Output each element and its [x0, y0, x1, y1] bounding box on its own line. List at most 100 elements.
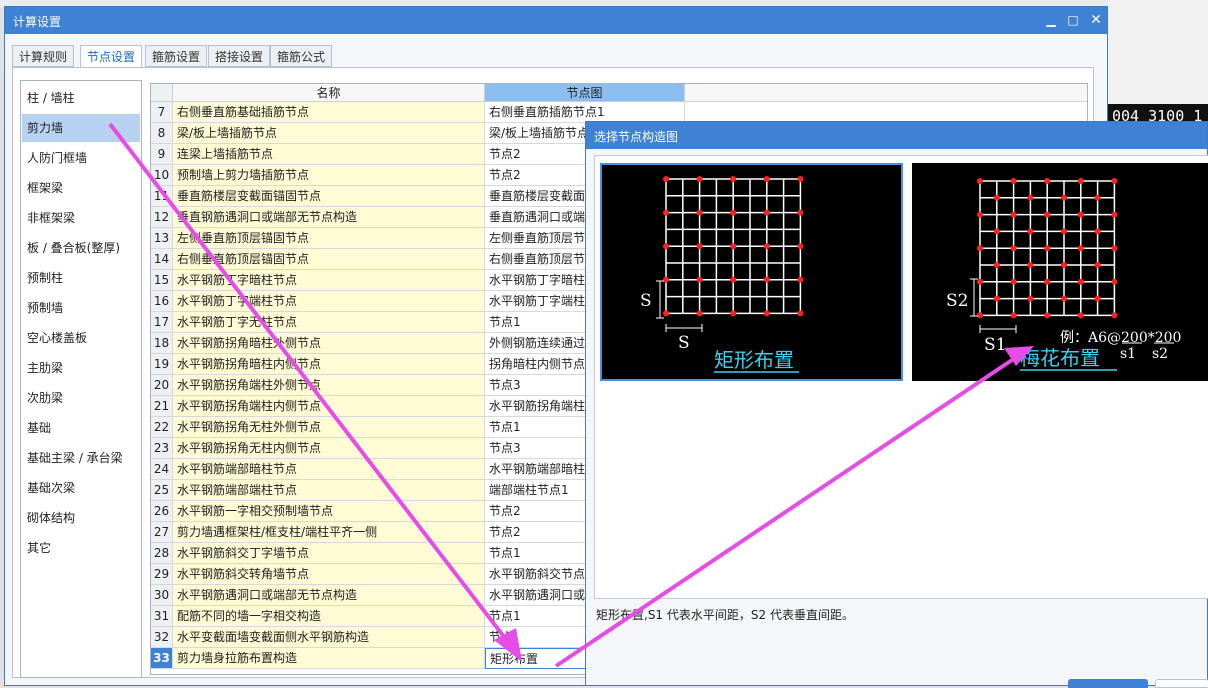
rebar-tie-dot	[1111, 278, 1118, 285]
option-rectangular-layout[interactable]: S S 矩形布置	[600, 163, 903, 381]
cancel-button[interactable]	[1155, 679, 1208, 688]
stag-caption: 梅花布置	[1020, 346, 1100, 370]
confirm-button[interactable]	[1068, 679, 1148, 688]
node-description: 矩形布置,S1 代表水平间距，S2 代表垂直间距。	[596, 608, 854, 622]
row-number: 8	[151, 123, 173, 144]
category-item[interactable]: 基础主梁 / 承台梁	[22, 444, 140, 472]
rebar-tie-dot	[1010, 211, 1017, 218]
rebar-tie-dot	[977, 245, 983, 252]
column-header-node[interactable]: 节点图	[485, 84, 685, 102]
tab-2[interactable]: 节点设置	[80, 45, 143, 68]
rebar-tie-dot	[1044, 278, 1051, 285]
rect-dimension-lines	[656, 280, 703, 332]
row-number: 30	[151, 585, 173, 606]
row-name: 水平钢筋拐角端柱外侧节点	[173, 375, 485, 396]
category-item[interactable]: 次肋梁	[22, 384, 140, 412]
row-name: 左侧垂直筋顶层锚固节点	[173, 228, 485, 249]
rebar-tie-dot	[663, 209, 669, 216]
column-header-name[interactable]: 名称	[173, 84, 485, 102]
category-item[interactable]: 非框架梁	[22, 204, 140, 232]
rebar-tie-dot	[977, 211, 983, 218]
rebar-tie-dot	[663, 276, 669, 283]
option-staggered-layout[interactable]: S2 S1 例：A6@200*200 s1 s2 梅花布置	[912, 163, 1208, 381]
stag-dim-horizontal-label: S1	[984, 335, 1006, 355]
select-node-dialog: 选择节点构造图 S S 矩形布置 S2 S1 例：A6@200*200 s1 s…	[585, 121, 1208, 688]
row-name: 配筋不同的墙一字相交构造	[173, 606, 485, 627]
row-number: 16	[151, 291, 173, 312]
stag-example-text: 例：A6@200*200	[1060, 330, 1181, 346]
row-number: 31	[151, 606, 173, 627]
row-number: 18	[151, 333, 173, 354]
category-item[interactable]: 板 / 叠合板(整厚)	[22, 234, 140, 262]
row-number: 19	[151, 354, 173, 375]
rebar-tie-dot	[1077, 211, 1084, 218]
rebar-tie-dot	[797, 209, 804, 216]
category-item[interactable]: 主肋梁	[22, 354, 140, 382]
row-name: 剪力墙遇框架柱/框支柱/端柱平齐一侧	[173, 522, 485, 543]
rebar-tie-dot	[1094, 194, 1101, 201]
row-number-header	[151, 84, 173, 102]
row-number: 26	[151, 501, 173, 522]
rebar-tie-dot	[1077, 278, 1084, 285]
row-number: 13	[151, 228, 173, 249]
rebar-tie-dot	[1077, 245, 1084, 252]
rebar-tie-dot	[763, 276, 770, 283]
rebar-tie-dot	[696, 243, 703, 250]
row-name: 水平钢筋斜交丁字墙节点	[173, 543, 485, 564]
row-name: 垂直钢筋遇洞口或端部无节点构造	[173, 207, 485, 228]
category-item[interactable]: 剪力墙	[22, 114, 140, 142]
rebar-tie-dot	[730, 243, 737, 250]
row-number: 15	[151, 270, 173, 291]
rebar-tie-dot	[797, 176, 804, 182]
maximize-button[interactable]: □	[1063, 11, 1083, 29]
tab-4[interactable]: 搭接设置	[208, 45, 271, 67]
category-item[interactable]: 预制柱	[22, 264, 140, 292]
category-item[interactable]: 其它	[22, 534, 140, 562]
minimize-button[interactable]: ▁	[1041, 11, 1061, 29]
category-item[interactable]: 基础	[22, 414, 140, 442]
rebar-tie-dot	[1061, 262, 1067, 268]
rebar-tie-dot	[1044, 211, 1051, 218]
row-number: 29	[151, 564, 173, 585]
table-row[interactable]: 7 右侧垂直筋基础插筋节点 右侧垂直筋插筋节点1	[151, 102, 1087, 123]
row-name: 水平钢筋遇洞口或端部无节点构造	[173, 585, 485, 606]
tab-5[interactable]: 箍筋公式	[270, 45, 333, 67]
row-number: 10	[151, 165, 173, 186]
row-number: 14	[151, 249, 173, 270]
rect-caption: 矩形布置	[714, 348, 794, 372]
category-item[interactable]: 空心楼盖板	[22, 324, 140, 352]
stag-dim-vertical-label: S2	[946, 291, 968, 311]
rebar-tie-dot	[1027, 228, 1034, 235]
row-node[interactable]: 右侧垂直筋插筋节点1	[485, 102, 685, 123]
node-options-area: S S 矩形布置 S2 S1 例：A6@200*200 s1 s2 梅花布置	[594, 155, 1208, 599]
row-number: 22	[151, 417, 173, 438]
rebar-tie-dot	[1010, 312, 1017, 319]
category-item[interactable]: 框架梁	[22, 174, 140, 202]
rebar-tie-dot	[730, 276, 737, 283]
dialog-titlebar: 选择节点构造图	[586, 122, 1207, 149]
rectangular-rebar-grid	[663, 176, 804, 317]
category-item[interactable]: 人防门框墙	[22, 144, 140, 172]
rebar-tie-dot	[763, 243, 770, 250]
tab-1[interactable]: 计算规则	[12, 45, 75, 67]
rebar-tie-dot	[797, 276, 804, 283]
rebar-tie-dot	[1061, 295, 1067, 302]
rebar-tie-dot	[1061, 194, 1067, 201]
rect-dim-horizontal-label: S	[678, 333, 690, 353]
row-name: 水平钢筋端部暗柱节点	[173, 459, 485, 480]
row-name: 水平钢筋丁字无柱节点	[173, 312, 485, 333]
rebar-tie-dot	[696, 176, 703, 182]
close-button[interactable]: ✕	[1086, 11, 1106, 29]
category-item[interactable]: 预制墙	[22, 294, 140, 322]
rebar-tie-dot	[1094, 228, 1101, 235]
rebar-tie-dot	[730, 176, 737, 182]
row-name: 水平钢筋斜交转角墙节点	[173, 564, 485, 585]
row-name: 梁/板上墙插筋节点	[173, 123, 485, 144]
category-item[interactable]: 基础次梁	[22, 474, 140, 502]
rebar-tie-dot	[977, 312, 983, 319]
category-item[interactable]: 砌体结构	[22, 504, 140, 532]
category-item[interactable]: 柱 / 墙柱	[22, 84, 140, 112]
rebar-tie-dot	[1094, 262, 1101, 268]
tab-3[interactable]: 箍筋设置	[145, 45, 208, 67]
rebar-tie-dot	[1027, 194, 1034, 201]
